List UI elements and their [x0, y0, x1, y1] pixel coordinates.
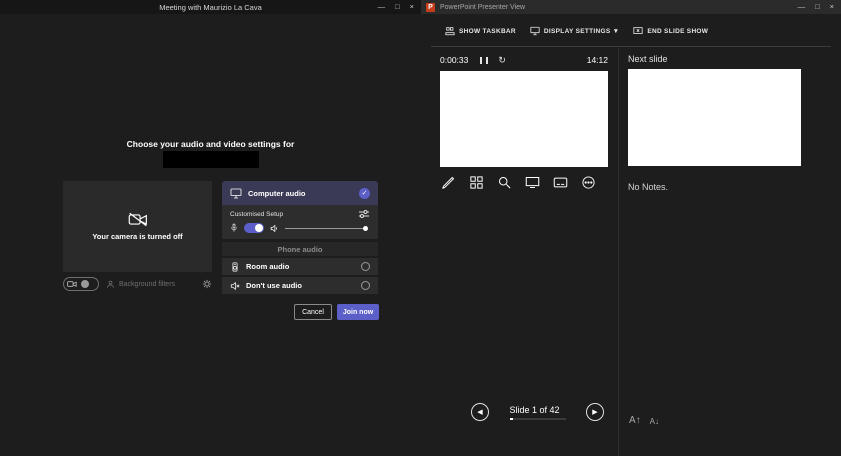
- audio-options-panel: Computer audio ✓ Customised Setup Phone …: [222, 181, 378, 296]
- current-slide-preview: [440, 71, 608, 167]
- display-settings-label: DISPLAY SETTINGS ▼: [543, 27, 620, 35]
- camera-preview: Your camera is turned off: [63, 181, 212, 272]
- phone-audio-option[interactable]: Phone audio: [222, 242, 378, 256]
- room-audio-option[interactable]: Room audio: [222, 258, 378, 275]
- camera-icon: [67, 280, 77, 288]
- slide-navigation: ◀ Slide 1 of 42 ▶: [471, 403, 604, 421]
- room-audio-icon: [230, 261, 240, 272]
- restart-timer-button[interactable]: ↻: [498, 55, 506, 65]
- equalizer-icon[interactable]: [358, 209, 370, 219]
- powerpoint-titlebar: P PowerPoint Presenter View — □ ×: [421, 0, 841, 14]
- computer-audio-label: Computer audio: [248, 188, 306, 198]
- room-audio-label: Room audio: [246, 262, 290, 271]
- camera-controls: Background filters: [63, 276, 212, 292]
- slide-counter: Slide 1 of 42: [509, 404, 560, 415]
- show-taskbar-button[interactable]: SHOW TASKBAR: [445, 26, 516, 36]
- room-audio-radio[interactable]: [361, 262, 370, 271]
- timer-row: 0:00:33 ↻ 14:12: [440, 55, 608, 65]
- speaker-icon: [270, 224, 279, 233]
- customised-setup-label: Customised Setup: [230, 210, 284, 218]
- background-filters-icon: [106, 280, 115, 289]
- cancel-button[interactable]: Cancel: [294, 304, 332, 320]
- notes-text: No Notes.: [628, 182, 669, 192]
- next-slide-label: Next slide: [628, 54, 668, 64]
- background-filters-label[interactable]: Background filters: [119, 281, 175, 288]
- end-slide-show-label: END SLIDE SHOW: [647, 27, 709, 35]
- display-settings-button[interactable]: DISPLAY SETTINGS ▼: [530, 26, 619, 36]
- volume-slider[interactable]: [285, 225, 368, 231]
- powerpoint-window-controls: — □ ×: [798, 0, 834, 14]
- subtitles-icon[interactable]: [553, 175, 568, 190]
- pen-tool-icon[interactable]: [441, 175, 456, 190]
- increase-font-button[interactable]: A↑: [629, 415, 641, 426]
- powerpoint-presenter-window: P PowerPoint Presenter View — □ × SHOW T…: [421, 0, 841, 456]
- maximize-button[interactable]: □: [395, 0, 400, 14]
- pause-timer-button[interactable]: [480, 56, 489, 64]
- microphone-icon: [230, 223, 238, 233]
- computer-audio-option[interactable]: Computer audio ✓: [222, 181, 378, 205]
- slide-counter-wrap: Slide 1 of 42: [509, 404, 566, 420]
- desktop: Meeting with Maurizio La Cava — □ × Choo…: [0, 0, 841, 456]
- previous-slide-button[interactable]: ◀: [471, 403, 489, 421]
- selected-check-icon: ✓: [359, 187, 370, 199]
- black-screen-icon[interactable]: [525, 175, 540, 190]
- computer-audio-icon: [230, 188, 242, 199]
- powerpoint-logo-icon: P: [426, 2, 435, 12]
- teams-window-controls: — □ ×: [378, 0, 414, 14]
- camera-status-text: Your camera is turned off: [92, 232, 183, 241]
- microphone-toggle[interactable]: [244, 223, 264, 233]
- end-slide-show-button[interactable]: END SLIDE SHOW: [633, 26, 708, 36]
- dont-use-audio-radio[interactable]: [361, 281, 370, 290]
- teams-titlebar: Meeting with Maurizio La Cava — □ ×: [0, 0, 421, 14]
- next-slide-preview: [628, 69, 801, 166]
- teams-window-title: Meeting with Maurizio La Cava: [159, 2, 262, 12]
- audio-off-icon: [230, 281, 240, 291]
- elapsed-time: 0:00:33: [440, 55, 469, 65]
- volume-slider-handle[interactable]: [363, 225, 368, 231]
- camera-off-icon: [128, 212, 148, 227]
- audio-video-settings-heading: Choose your audio and video settings for: [126, 139, 295, 149]
- presenter-toolbar: SHOW TASKBAR DISPLAY SETTINGS ▼ END SLID…: [445, 22, 708, 40]
- device-settings-gear-icon[interactable]: [202, 279, 212, 289]
- dont-use-audio-option[interactable]: Don't use audio: [222, 277, 378, 294]
- decrease-font-button[interactable]: A↓: [650, 417, 659, 426]
- camera-toggle-knob: [81, 280, 89, 288]
- join-now-button[interactable]: Join now: [337, 304, 379, 320]
- taskbar-icon: [445, 26, 455, 36]
- dont-use-audio-label: Don't use audio: [246, 281, 302, 290]
- slide-progress-fill: [509, 417, 513, 420]
- notes-font-controls: A↑ A↓: [629, 415, 659, 426]
- powerpoint-window-title: PowerPoint Presenter View: [440, 3, 526, 11]
- meeting-name-redacted: [162, 151, 259, 168]
- maximize-button[interactable]: □: [815, 0, 820, 14]
- minimize-button[interactable]: —: [378, 0, 386, 14]
- panel-divider: [618, 48, 619, 456]
- toolbar-divider: [431, 46, 831, 47]
- end-show-icon: [633, 26, 643, 36]
- see-all-slides-icon[interactable]: [469, 175, 484, 190]
- minimize-button[interactable]: —: [798, 0, 806, 14]
- show-taskbar-label: SHOW TASKBAR: [459, 27, 516, 35]
- teams-window: Meeting with Maurizio La Cava — □ × Choo…: [0, 0, 421, 456]
- customised-setup-section: Customised Setup: [222, 205, 378, 239]
- zoom-slide-icon[interactable]: [497, 175, 512, 190]
- slide-progress-bar: [509, 417, 566, 420]
- more-options-icon[interactable]: [581, 175, 596, 190]
- next-slide-button[interactable]: ▶: [586, 403, 604, 421]
- display-icon: [530, 26, 540, 36]
- close-button[interactable]: ×: [830, 0, 834, 14]
- camera-toggle[interactable]: [63, 277, 99, 291]
- close-button[interactable]: ×: [410, 0, 414, 14]
- presenter-tools: [441, 175, 596, 190]
- current-time: 14:12: [586, 55, 608, 65]
- phone-audio-label: Phone audio: [277, 244, 323, 254]
